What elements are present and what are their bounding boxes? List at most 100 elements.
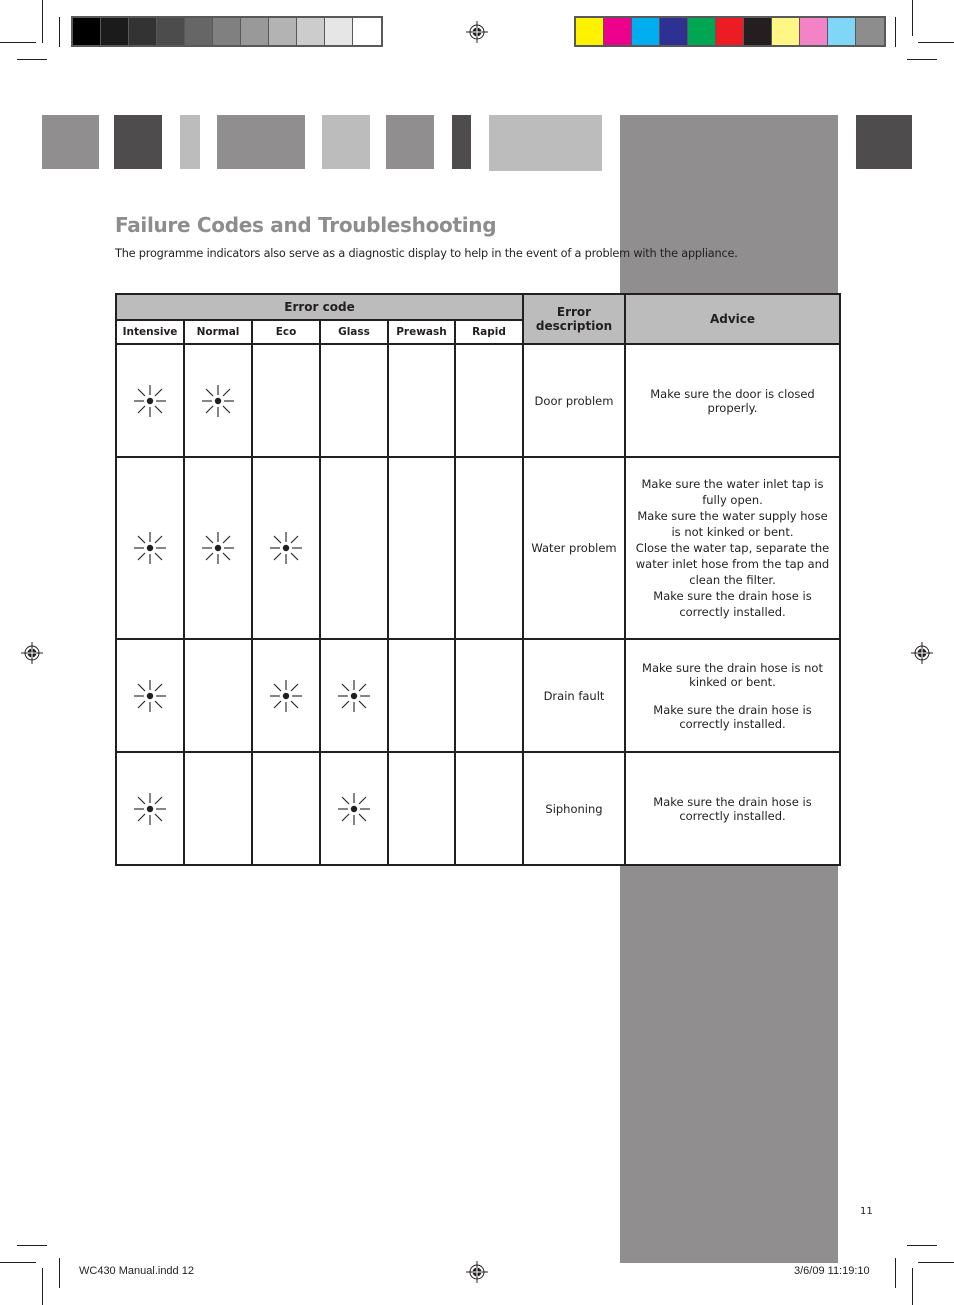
registration-mark-icon <box>466 1261 488 1283</box>
page-title: Failure Codes and Troubleshooting <box>115 213 497 237</box>
programme-header-intensive: Intensive <box>115 319 185 345</box>
advice-cell: Make sure the door is closed properly. <box>624 343 841 458</box>
indicator-cell-normal <box>183 456 253 640</box>
color-swatch <box>353 18 381 45</box>
color-swatch <box>157 18 185 45</box>
decorative-tab <box>217 115 305 169</box>
decorative-tab <box>489 115 602 171</box>
error-description: Water problem <box>522 456 626 640</box>
crop-mark <box>895 17 896 47</box>
indicator-cell-normal <box>183 343 253 458</box>
color-swatch <box>297 18 325 45</box>
crop-mark <box>59 1258 60 1288</box>
crop-mark <box>907 1245 937 1246</box>
decorative-tab <box>180 115 200 169</box>
indicator-cell-eco <box>251 638 321 753</box>
indicator-cell-glass <box>319 456 389 640</box>
color-swatch <box>129 18 157 45</box>
decorative-tab <box>114 115 162 169</box>
indicator-cell-eco <box>251 456 321 640</box>
color-swatch <box>744 18 772 45</box>
crop-mark <box>42 0 43 43</box>
color-swatch <box>73 18 101 45</box>
flashing-light-icon <box>337 792 371 826</box>
crop-mark <box>59 17 60 47</box>
color-swatch <box>185 18 213 45</box>
grayscale-calibration-bar <box>71 16 383 47</box>
registration-mark-icon <box>466 21 488 43</box>
color-swatch <box>325 18 353 45</box>
flashing-light-icon <box>133 792 167 826</box>
table-row: Water problem Make sure the water inlet t… <box>115 456 841 640</box>
decorative-tab <box>322 115 370 169</box>
indicator-cell-rapid <box>454 456 524 640</box>
indicator-cell-intensive <box>115 751 185 866</box>
programme-header-glass: Glass <box>319 319 389 345</box>
indicator-cell-rapid <box>454 638 524 753</box>
decorative-tab <box>452 115 471 169</box>
table-row: Drain fault Make sure the drain hose is n… <box>115 638 841 753</box>
intro-text: The programme indicators also serve as a… <box>115 247 738 260</box>
crop-mark <box>17 1245 47 1246</box>
error-description: Siphoning <box>522 751 626 866</box>
color-swatch <box>800 18 828 45</box>
crop-mark <box>42 1268 43 1305</box>
failure-codes-table: Error code Error description Advice Inte… <box>115 293 841 866</box>
flashing-light-icon <box>133 531 167 565</box>
decorative-tab <box>386 115 434 169</box>
color-swatch <box>604 18 632 45</box>
color-swatch <box>772 18 800 45</box>
table-row: Siphoning Make sure the drain hose is cor… <box>115 751 841 866</box>
indicator-cell-normal <box>183 638 253 753</box>
programme-header-prewash: Prewash <box>387 319 456 345</box>
table-row: Door problem Make sure the door is closed… <box>115 343 841 458</box>
advice-cell: Make sure the water inlet tap is fully o… <box>624 456 841 640</box>
advice-text: Make sure the drain hose is correctly in… <box>653 702 812 731</box>
indicator-cell-eco <box>251 343 321 458</box>
indicator-cell-eco <box>251 751 321 866</box>
advice-text: Make sure the drain hose is correctly in… <box>653 794 812 823</box>
color-swatch <box>101 18 129 45</box>
color-swatch <box>576 18 604 45</box>
indicator-cell-rapid <box>454 751 524 866</box>
error-code-header: Error code <box>115 293 524 321</box>
advice-text: Make sure the drain hose is not kinked o… <box>642 660 823 689</box>
indicator-cell-intensive <box>115 638 185 753</box>
color-swatch <box>828 18 856 45</box>
advice-cell: Make sure the drain hose is correctly in… <box>624 751 841 866</box>
flashing-light-icon <box>269 679 303 713</box>
decorative-tab <box>856 115 912 169</box>
indicator-cell-intensive <box>115 343 185 458</box>
indicator-cell-rapid <box>454 343 524 458</box>
advice-text: Make sure the water inlet tap is fully o… <box>641 477 824 507</box>
indicator-cell-glass <box>319 638 389 753</box>
crop-mark <box>17 59 47 60</box>
color-swatch <box>269 18 297 45</box>
footer-timestamp: 3/6/09 11:19:10 <box>794 1265 870 1277</box>
crop-mark <box>918 1262 954 1263</box>
error-description: Door problem <box>522 343 626 458</box>
indicator-cell-glass <box>319 751 389 866</box>
advice-header: Advice <box>624 293 841 345</box>
error-description-header: Error description <box>522 293 626 345</box>
flashing-light-icon <box>269 531 303 565</box>
programme-header-eco: Eco <box>251 319 321 345</box>
crop-mark <box>0 1262 36 1263</box>
crop-mark <box>912 1268 913 1305</box>
color-swatch <box>856 18 884 45</box>
indicator-cell-prewash <box>387 343 456 458</box>
color-swatch <box>660 18 688 45</box>
flashing-light-icon <box>133 679 167 713</box>
advice-text: Close the water tap, separate the water … <box>635 541 830 587</box>
crop-mark <box>0 42 36 43</box>
crop-mark <box>912 0 913 36</box>
crop-mark <box>907 59 937 60</box>
color-calibration-bar <box>574 16 886 47</box>
footer-filename: WC430 Manual.indd 12 <box>79 1265 194 1277</box>
crop-mark <box>895 1258 896 1288</box>
registration-mark-icon <box>21 642 43 664</box>
error-description: Drain fault <box>522 638 626 753</box>
crop-mark <box>918 42 954 43</box>
advice-text: Make sure the door is closed properly. <box>650 386 815 415</box>
